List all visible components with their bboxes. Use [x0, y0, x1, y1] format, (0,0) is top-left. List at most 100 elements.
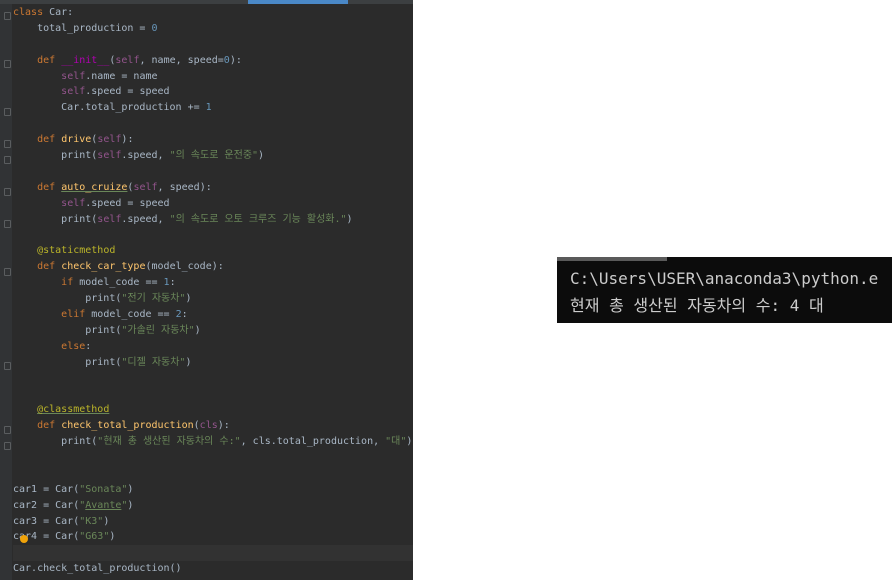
code-line[interactable]: print(self.speed, "의 속도로 운전중") — [13, 148, 413, 164]
code-line[interactable]: self.speed = speed — [13, 196, 413, 212]
terminal-scrollbar[interactable] — [557, 257, 667, 261]
code-line[interactable]: def drive(self): — [13, 132, 413, 148]
fold-marker-icon[interactable] — [4, 108, 11, 116]
code-token: auto_cruize — [61, 181, 128, 193]
code-line[interactable]: @staticmethod — [13, 243, 413, 259]
code-line[interactable] — [13, 164, 413, 180]
code-token: def — [37, 54, 62, 66]
code-line[interactable] — [13, 116, 413, 132]
fold-marker-icon[interactable] — [4, 12, 11, 20]
code-token: print( — [13, 356, 122, 368]
code-token: drive — [61, 134, 92, 146]
code-token: ): — [121, 134, 134, 146]
fold-marker-icon[interactable] — [4, 140, 11, 148]
code-line[interactable]: print(self.speed, "의 속도로 오토 크루즈 기능 활성화."… — [13, 212, 413, 228]
fold-marker-icon[interactable] — [4, 268, 11, 276]
code-token: if — [61, 277, 80, 289]
fold-marker-icon[interactable] — [4, 220, 11, 228]
terminal-path-line: C:\Users\USER\anaconda3\python.e — [570, 269, 879, 288]
code-token: def — [37, 181, 62, 193]
code-line[interactable]: else: — [13, 339, 413, 355]
code-line[interactable]: Car.check_total_production() — [13, 561, 413, 577]
lightbulb-icon[interactable] — [20, 535, 28, 543]
editor-gutter — [0, 4, 12, 580]
fold-marker-icon[interactable] — [4, 426, 11, 434]
code-line[interactable]: print("가솔린 자동차") — [13, 323, 413, 339]
code-token: model_code == — [79, 277, 164, 289]
code-token: ) — [185, 293, 192, 305]
code-line[interactable] — [13, 227, 413, 243]
code-token: "디젤 자동차" — [121, 356, 186, 368]
code-token: self — [97, 213, 122, 225]
code-line[interactable]: car1 = Car("Sonata") — [13, 482, 413, 498]
code-line[interactable]: @classmethod — [13, 402, 413, 418]
code-token: print( — [13, 324, 122, 336]
code-line[interactable]: class Car: — [13, 5, 413, 21]
code-line[interactable]: total_production = 0 — [13, 21, 413, 37]
code-token: self — [97, 150, 122, 162]
code-token: check_total_production — [61, 420, 194, 432]
code-line[interactable]: car2 = Car("Avante") — [13, 498, 413, 514]
code-token: ) — [109, 531, 116, 543]
code-token: "의 속도로 오토 크루즈 기능 활성화." — [169, 213, 347, 225]
code-token: ) — [185, 356, 192, 368]
code-token: .name = name — [85, 70, 158, 82]
code-token: __init__ — [61, 54, 110, 66]
code-token: ) — [194, 324, 201, 336]
code-token: self — [115, 54, 140, 66]
code-line[interactable]: Car.total_production += 1 — [13, 100, 413, 116]
code-token: print( — [13, 213, 98, 225]
code-line[interactable]: def __init__(self, name, speed=0): — [13, 53, 413, 69]
code-line[interactable] — [13, 450, 413, 466]
code-line[interactable]: self.speed = speed — [13, 84, 413, 100]
code-line[interactable]: car4 = Car("G63") — [13, 529, 413, 545]
code-line[interactable] — [13, 545, 413, 562]
code-token: self — [61, 86, 86, 98]
code-token: "가솔린 자동차" — [121, 324, 195, 336]
code-editor[interactable]: class Car: total_production = 0 def __in… — [0, 0, 413, 580]
code-line[interactable]: def check_total_production(cls): — [13, 418, 413, 434]
code-line[interactable]: self.name = name — [13, 69, 413, 85]
code-token: model_code == — [91, 308, 176, 320]
code-line[interactable] — [13, 370, 413, 386]
code-line[interactable]: if model_code == 1: — [13, 275, 413, 291]
fold-marker-icon[interactable] — [4, 442, 11, 450]
code-token: self — [61, 197, 86, 209]
code-line[interactable]: print("현재 총 생산된 자동차의 수:", cls.total_prod… — [13, 434, 413, 450]
code-line[interactable]: def check_car_type(model_code): — [13, 259, 413, 275]
code-line[interactable]: car3 = Car("K3") — [13, 514, 413, 530]
fold-marker-icon[interactable] — [4, 362, 11, 370]
code-area[interactable]: class Car: total_production = 0 def __in… — [13, 5, 413, 577]
code-token: elif — [61, 308, 92, 320]
fold-marker-icon[interactable] — [4, 188, 11, 196]
code-token: def — [37, 261, 62, 273]
code-token: .speed = speed — [85, 86, 170, 98]
code-token: "K3" — [79, 515, 104, 527]
terminal-output[interactable]: C:\Users\USER\anaconda3\python.e 현재 총 생산… — [557, 257, 892, 323]
active-tab-indicator[interactable] — [248, 0, 348, 4]
code-token: Avante — [85, 499, 122, 511]
code-token: .speed, — [121, 150, 170, 162]
fold-marker-icon[interactable] — [4, 60, 11, 68]
code-token: .speed = speed — [85, 197, 170, 209]
code-line[interactable]: elif model_code == 2: — [13, 307, 413, 323]
code-token: "현재 총 생산된 자동차의 수:" — [97, 436, 241, 448]
code-line[interactable] — [13, 386, 413, 402]
fold-marker-icon[interactable] — [4, 156, 11, 164]
code-token: "의 속도로 운전중" — [169, 150, 259, 162]
code-line[interactable] — [13, 37, 413, 53]
code-line[interactable]: def auto_cruize(self, speed): — [13, 180, 413, 196]
code-line[interactable]: print("디젤 자동차") — [13, 355, 413, 371]
code-token: cls — [199, 420, 218, 432]
terminal-output-line: 현재 총 생산된 자동차의 수: 4 대 — [570, 296, 824, 315]
code-line[interactable]: print("전기 자동차") — [13, 291, 413, 307]
code-token: 0 — [151, 22, 158, 34]
code-token: ) — [346, 213, 353, 225]
code-line[interactable] — [13, 466, 413, 482]
